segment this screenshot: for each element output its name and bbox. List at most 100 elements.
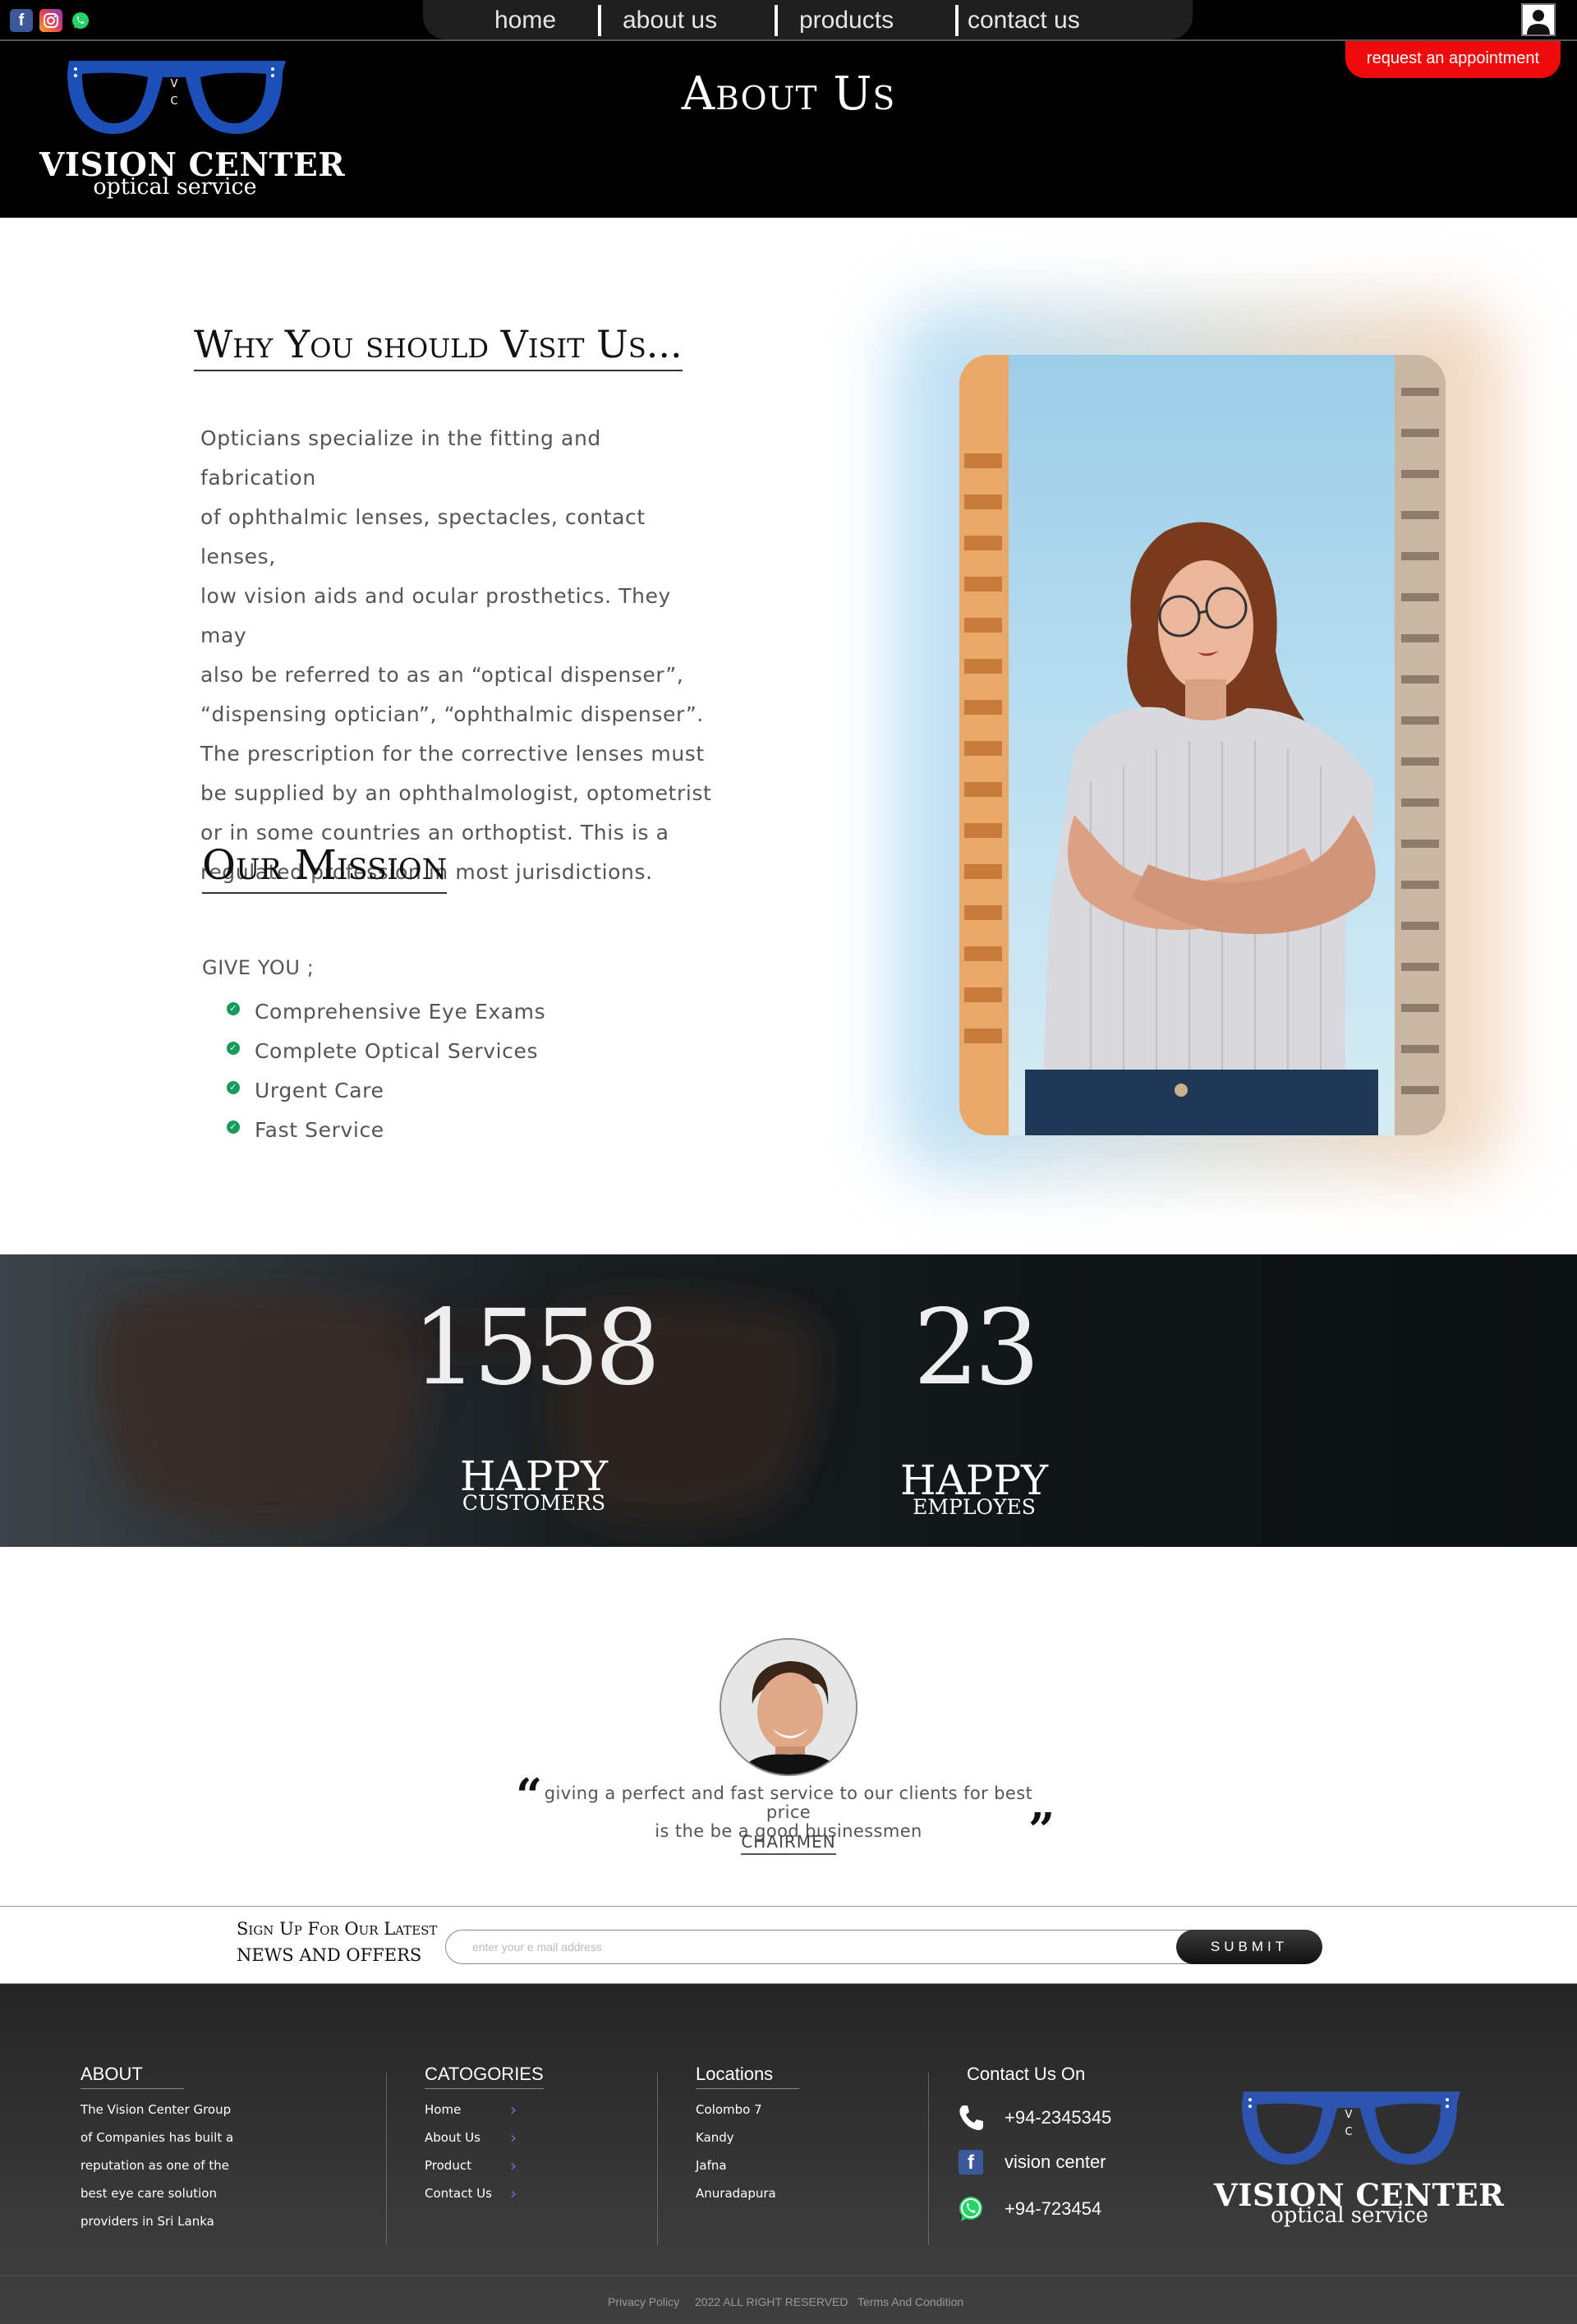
newsletter-label-sub: NEWS AND OFFERS (237, 1945, 422, 1965)
footer-link-label: Home (425, 2102, 462, 2117)
user-icon[interactable] (1521, 3, 1556, 36)
nav-about-us[interactable]: about us (623, 5, 717, 36)
logo-tagline: optical service (93, 174, 257, 200)
whatsapp-icon (955, 2193, 986, 2225)
copyright-text: 2022 ALL RIGHT RESERVED (695, 2295, 848, 2308)
privacy-policy-link[interactable]: Privacy Policy (608, 2295, 679, 2308)
intro-line: of ophthalmic lenses, spectacles, contac… (200, 505, 646, 568)
mission-list: ✓ Comprehensive Eye Exams ✓ Complete Optic… (227, 992, 545, 1149)
chevron-right-icon: › (510, 2156, 517, 2175)
stats-band: 1558 HAPPY CUSTOMERS 23 HAPPY EMPLOYES (0, 1254, 1577, 1547)
blurred-glasses-background (99, 1293, 817, 1526)
contact-whatsapp[interactable]: +94-723454 (955, 2193, 1101, 2225)
check-circle-icon: ✓ (227, 1042, 240, 1055)
footer-about-text: The Vision Center Group of Companies has… (80, 2096, 278, 2235)
check-circle-icon: ✓ (227, 1121, 240, 1134)
contact-facebook[interactable]: f vision center (955, 2147, 1106, 2178)
footer-divider (928, 2073, 929, 2245)
footer-location: Jafna (696, 2158, 727, 2173)
chevron-right-icon: › (510, 2128, 517, 2147)
nav-home[interactable]: home (494, 5, 556, 36)
intro-line: “dispensing optician”, “ophthalmic dispe… (200, 702, 704, 726)
footer-about-line: The Vision Center Group (80, 2102, 232, 2117)
chevron-right-icon: › (510, 2184, 517, 2203)
footer-logo-tagline: optical service (1271, 2203, 1428, 2228)
footer-link-about-us[interactable]: About Us › (425, 2124, 540, 2151)
footer-about-line: of Companies has built a (80, 2130, 234, 2145)
glasses-icon: V C (1242, 2092, 1460, 2165)
mission-give-label: GIVE YOU ; (202, 956, 315, 979)
footer-link-product[interactable]: Product › (425, 2151, 540, 2179)
list-item: ✓ Complete Optical Services (227, 1031, 545, 1070)
customers-count: 1558 (411, 1287, 661, 1408)
employees-sublabel: EMPLOYES (913, 1495, 1036, 1519)
mission-item-label: Complete Optical Services (255, 1038, 539, 1063)
footer-locations-list: Colombo 7 Kandy Jafna Anuradapura (696, 2096, 827, 2207)
whatsapp-icon[interactable] (69, 9, 92, 32)
model-photo (959, 355, 1446, 1135)
footer-link-contact-us[interactable]: Contact Us › (425, 2179, 540, 2207)
submit-button[interactable]: SUBMIT (1176, 1930, 1322, 1964)
intro-line: be supplied by an ophthalmologist, optom… (200, 781, 712, 805)
footer-locations-heading: Locations (696, 2064, 799, 2089)
nav-separator (775, 5, 778, 36)
footer-location: Kandy (696, 2130, 734, 2145)
testimonial-author-label: CHAIRMEN (741, 1832, 836, 1855)
footer-categories-heading: CATOGORIES (425, 2064, 544, 2089)
footer-link-home[interactable]: Home › (425, 2096, 540, 2124)
customers-sublabel: CUSTOMERS (462, 1491, 606, 1515)
why-visit-heading: Why You should Visit Us... (194, 322, 683, 371)
footer-contact-heading: Contact Us On (967, 2064, 1086, 2084)
contact-whatsapp-label: +94-723454 (1005, 2198, 1102, 2219)
email-field[interactable] (445, 1930, 1267, 1964)
footer-about-heading: ABOUT (80, 2064, 184, 2089)
avatar (720, 1638, 857, 1776)
brand-logo[interactable]: V C VISION CENTER optical service (39, 56, 345, 204)
contact-phone[interactable]: +94-2345345 (955, 2102, 1111, 2133)
footer-categories-list: Home › About Us › Product › Contact Us › (425, 2096, 540, 2207)
nav-products[interactable]: products (799, 5, 894, 36)
testimonial-author: CHAIRMEN (706, 1832, 871, 1855)
facebook-icon[interactable]: f (10, 9, 33, 32)
svg-text:C: C (170, 95, 177, 108)
testimonial-line: giving a perfect and fast service to our… (544, 1783, 1033, 1822)
mission-heading: Our Mission (202, 841, 448, 894)
list-item: ✓ Comprehensive Eye Exams (227, 992, 545, 1031)
instagram-icon[interactable] (39, 9, 62, 32)
mission-item-label: Fast Service (255, 1117, 384, 1142)
check-circle-icon: ✓ (227, 1081, 240, 1094)
top-bar: f home about us products contact us (0, 0, 1577, 41)
footer-about-line: providers in Sri Lanka (80, 2214, 214, 2229)
footer-link-label: Contact Us (425, 2186, 492, 2201)
terms-link[interactable]: Terms And Condition (857, 2295, 963, 2308)
footer-divider (657, 2073, 658, 2245)
request-appointment-button[interactable]: request an appointment (1345, 41, 1561, 78)
page-title: About Us (681, 67, 896, 121)
phone-icon (955, 2102, 986, 2133)
social-links: f (10, 9, 92, 32)
intro-line: low vision aids and ocular prosthetics. … (200, 584, 671, 647)
footer-link-label: About Us (425, 2130, 480, 2145)
svg-text:V: V (171, 78, 178, 90)
check-circle-icon: ✓ (227, 1002, 240, 1015)
svg-text:C: C (1345, 2126, 1352, 2138)
footer-location: Anuradapura (696, 2186, 776, 2201)
mission-item-label: Comprehensive Eye Exams (255, 999, 546, 1024)
close-quote-icon: ” (1028, 1803, 1055, 1857)
footer-about-line: reputation as one of the (80, 2158, 229, 2173)
chevron-right-icon: › (510, 2100, 517, 2119)
nav-contact-us[interactable]: contact us (968, 5, 1080, 36)
mission-item-label: Urgent Care (255, 1078, 384, 1102)
footer-about-line: best eye care solution (80, 2186, 217, 2201)
contact-facebook-label: vision center (1005, 2151, 1106, 2172)
facebook-icon: f (955, 2147, 986, 2178)
newsletter-label: Sign Up For Our Latest (237, 1919, 438, 1939)
footer-link-label: Product (425, 2158, 471, 2173)
nav-separator (598, 5, 601, 36)
employees-count: 23 (913, 1287, 1040, 1408)
footer-logo: V C VISION CENTER optical service (1214, 2087, 1504, 2234)
footer-location: Colombo 7 (696, 2102, 762, 2117)
intro-line: also be referred to as an “optical dispe… (200, 663, 684, 687)
footer-divider (386, 2073, 387, 2245)
nav-separator (955, 5, 959, 36)
